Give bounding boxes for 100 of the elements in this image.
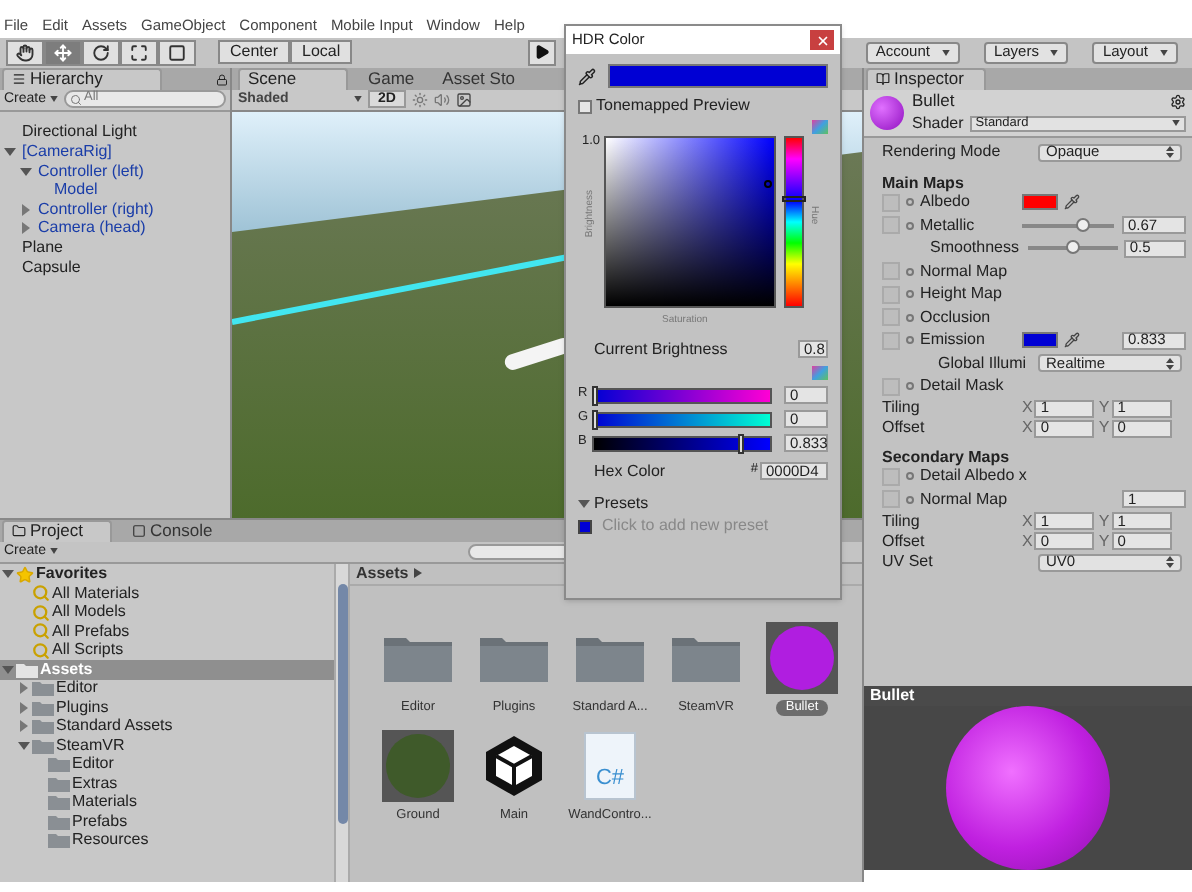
tree-row[interactable]: Favorites (0, 565, 334, 585)
search-icon (32, 641, 50, 660)
color-swatch[interactable] (1022, 194, 1058, 211)
lighting-icon[interactable] (411, 91, 428, 108)
bullet-icon (906, 472, 914, 481)
hierarchy-item[interactable]: Plane (18, 240, 67, 257)
hierarchy-item[interactable]: Capsule (18, 259, 85, 276)
folder-icon (32, 699, 54, 716)
lock-icon[interactable] (216, 73, 228, 86)
color-swatch[interactable] (1022, 332, 1058, 349)
bullet-icon (906, 382, 914, 391)
close-icon (815, 33, 829, 47)
slider-thumb[interactable] (591, 409, 597, 429)
slider-thumb[interactable] (1076, 217, 1091, 232)
panel-tab[interactable]: Project (2, 519, 112, 542)
hierarchy-item[interactable]: [CameraRig] (18, 144, 116, 161)
expand-arrow-icon[interactable] (20, 222, 32, 235)
tree-row[interactable]: Editor (0, 679, 334, 699)
hierarchy-item[interactable]: Controller (left) (34, 163, 148, 180)
panel-tab[interactable]: Hierarchy (2, 67, 162, 90)
axis-label: Y (1098, 513, 1110, 530)
eyedropper-icon[interactable] (1064, 194, 1080, 211)
tree-row[interactable]: All Prefabs (0, 622, 334, 642)
tree-row[interactable]: All Materials (0, 584, 334, 604)
checkbox[interactable] (578, 99, 592, 113)
slider-track[interactable] (1028, 246, 1118, 251)
expand-arrow-icon[interactable] (20, 203, 32, 216)
tree-row[interactable]: All Models (0, 603, 334, 623)
panel-tab[interactable]: Asset Sto (434, 67, 524, 90)
settings-icon[interactable] (1170, 93, 1186, 110)
scale-icon (130, 43, 148, 62)
field-label: Hex Color (594, 463, 666, 479)
tool-button[interactable] (158, 39, 196, 66)
hierarchy-item[interactable]: Directional Light (18, 124, 141, 141)
saturation-brightness-picker[interactable] (604, 136, 776, 308)
tree-row[interactable]: Plugins (0, 698, 334, 718)
property-label: Rendering Mode (882, 144, 1003, 161)
pivot-button[interactable]: Center (218, 40, 291, 65)
scrollbar[interactable] (334, 563, 350, 882)
bullet-icon (906, 336, 914, 345)
hierarchy-item[interactable]: Model (50, 182, 102, 199)
tree-row[interactable]: Prefabs (0, 812, 334, 832)
channel-slider[interactable] (592, 435, 772, 451)
hierarchy-item[interactable]: Camera (head) (34, 220, 150, 237)
expand-arrow-icon[interactable] (578, 498, 590, 510)
expand-arrow-icon[interactable] (18, 701, 30, 714)
channel-slider[interactable] (592, 411, 772, 427)
tree-row[interactable]: Materials (0, 793, 334, 813)
tool-button[interactable] (120, 39, 158, 66)
expand-arrow-icon[interactable] (18, 682, 30, 695)
expand-arrow-icon[interactable] (20, 165, 32, 178)
caret-icon (414, 568, 423, 579)
expand-arrow-icon[interactable] (18, 720, 30, 733)
pivot-button[interactable]: Local (290, 40, 353, 65)
hue-slider[interactable] (784, 136, 804, 308)
slider-thumb[interactable] (737, 433, 744, 453)
channel-slider[interactable] (592, 387, 772, 403)
hierarchy-item[interactable]: Controller (right) (34, 201, 158, 218)
effects-icon[interactable] (455, 91, 472, 108)
preset-swatch[interactable] (578, 519, 592, 533)
expand-arrow-icon[interactable] (18, 739, 30, 752)
eyedropper-icon[interactable] (1064, 332, 1080, 349)
search-icon (32, 584, 50, 603)
tool-button[interactable] (6, 39, 44, 66)
hue-marker[interactable] (782, 195, 806, 202)
panel-tab[interactable]: Scene (238, 67, 348, 90)
slider-thumb[interactable] (1066, 240, 1081, 255)
panel-tab[interactable]: Console (124, 519, 221, 542)
folder-icon (48, 775, 70, 792)
tree-row[interactable]: Editor (0, 755, 334, 775)
close-button[interactable] (810, 30, 834, 50)
expand-arrow-icon[interactable] (2, 663, 14, 676)
tool-button[interactable] (44, 39, 82, 66)
cube-logo-icon[interactable] (480, 732, 548, 801)
panel-tab[interactable]: Game (360, 67, 423, 90)
caret-icon (50, 96, 59, 103)
expand-arrow-icon[interactable] (2, 568, 14, 581)
folder-icon (48, 756, 70, 773)
checkbox-label: Tonemapped Preview (596, 98, 750, 114)
eyedropper-icon[interactable] (578, 67, 596, 85)
play-button[interactable] (528, 39, 557, 66)
tree-row[interactable]: Standard Assets (0, 717, 334, 737)
tree-row[interactable]: Extras (0, 774, 334, 794)
axis-label: X (1022, 420, 1033, 437)
updown-caret-icon (1166, 146, 1174, 159)
property-label: Tiling (882, 513, 922, 530)
tree-row[interactable]: All Scripts (0, 641, 334, 661)
breadcrumb[interactable]: Assets (356, 565, 423, 582)
rotate-icon (92, 43, 110, 62)
tree-row[interactable]: Resources (0, 831, 334, 851)
slider-thumb[interactable] (591, 385, 597, 405)
tree-row[interactable]: SteamVR (0, 736, 334, 756)
panel-tab[interactable]: Inspector (866, 67, 986, 90)
section-heading: Presets (594, 496, 649, 512)
expand-arrow-icon[interactable] (4, 146, 16, 159)
audio-icon[interactable] (433, 91, 450, 108)
property-label: Occlusion (920, 309, 991, 326)
bullet-icon (906, 198, 914, 207)
tool-button[interactable] (82, 39, 120, 66)
slider-track[interactable] (1022, 223, 1114, 228)
